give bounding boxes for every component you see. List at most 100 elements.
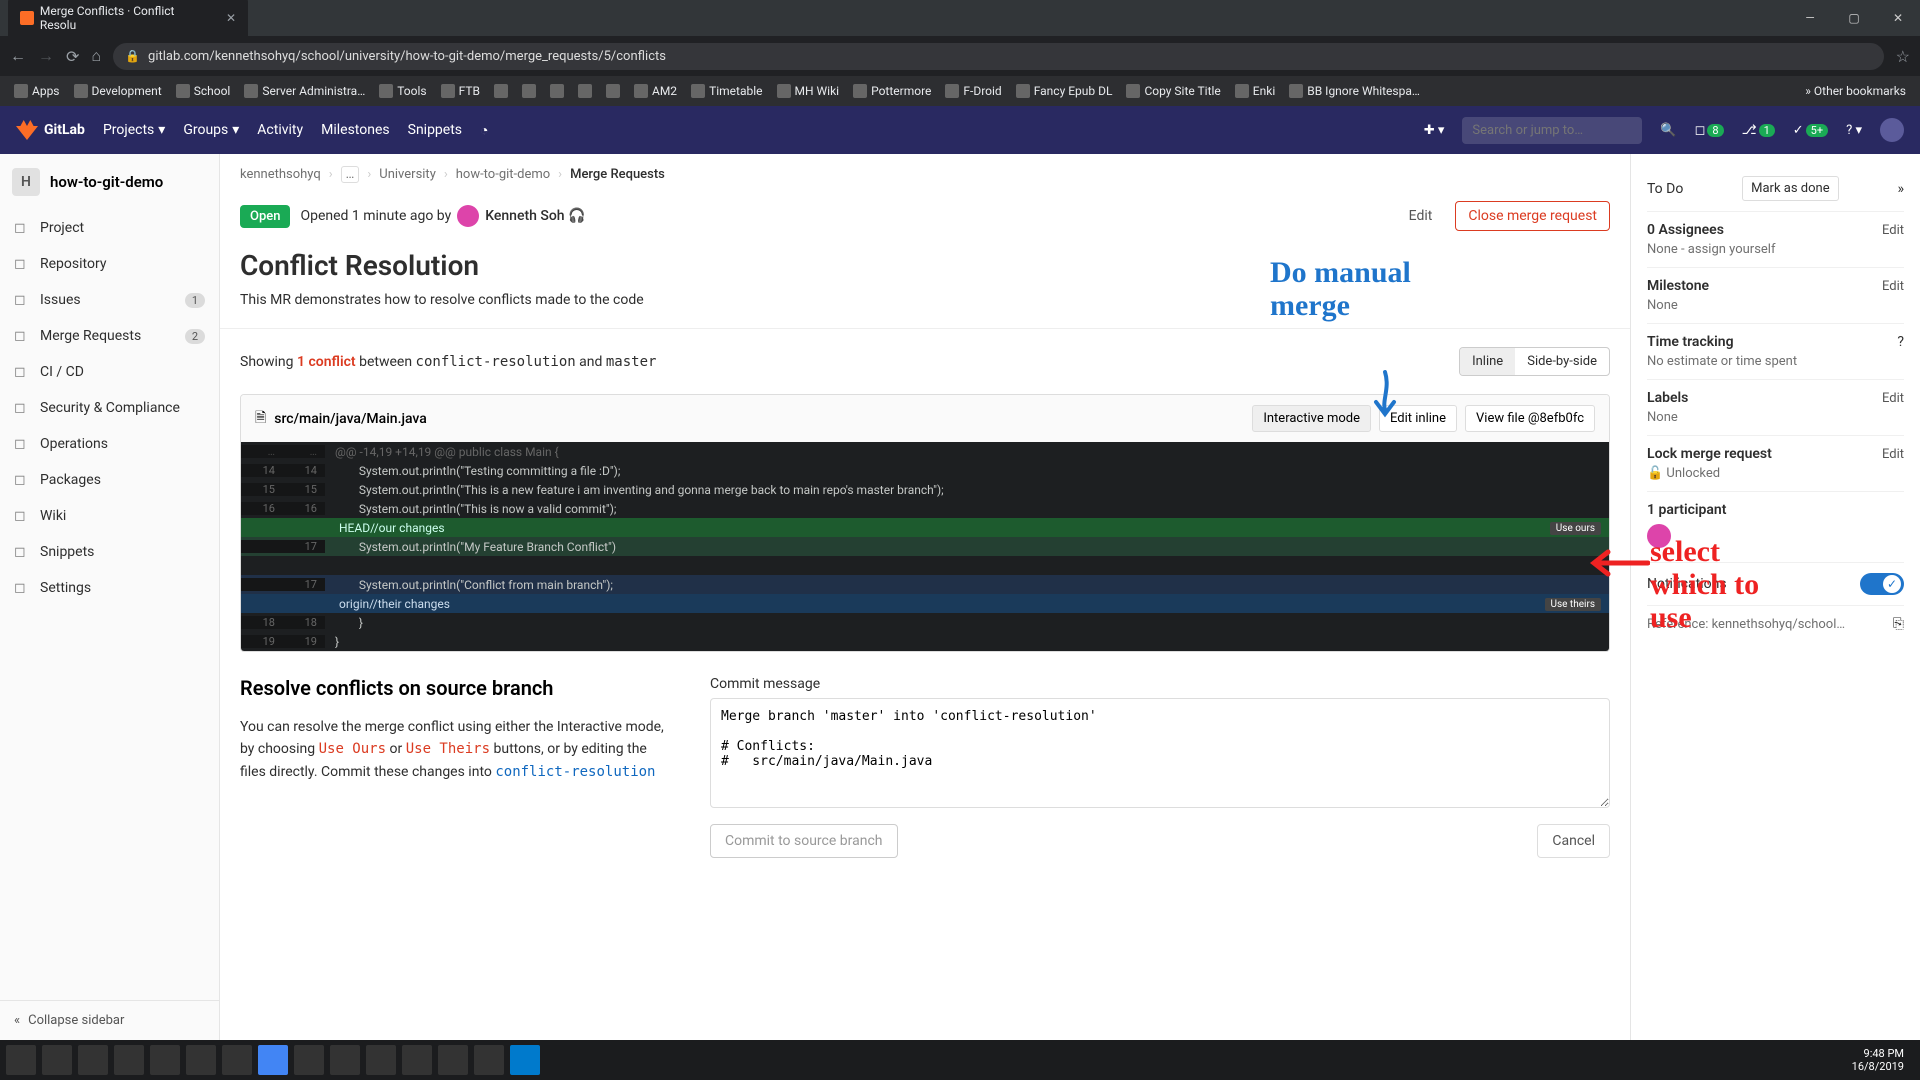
bookmark-item[interactable] [550, 84, 564, 98]
milestone-edit[interactable]: Edit [1882, 279, 1904, 294]
sidebar-item[interactable]: ◻Packages [0, 462, 219, 498]
assignees-edit[interactable]: Edit [1882, 223, 1904, 238]
app-5[interactable] [366, 1045, 396, 1075]
toggle-sidebyside[interactable]: Side-by-side [1515, 348, 1609, 375]
cancel-button[interactable]: Cancel [1537, 824, 1610, 858]
window-minimize[interactable]: — [1788, 0, 1832, 36]
address-bar[interactable]: 🔒 gitlab.com/kennethsohyq/school/univers… [113, 43, 1884, 70]
back-icon[interactable]: ← [10, 46, 26, 66]
app-4[interactable] [330, 1045, 360, 1075]
sidebar-item[interactable]: ◻Operations [0, 426, 219, 462]
bookmark-item[interactable]: F-Droid [945, 84, 1001, 98]
sidebar-item[interactable]: ◻Snippets [0, 534, 219, 570]
nav-projects[interactable]: Projects ▾ [103, 122, 165, 138]
bookmark-item[interactable]: FTB [441, 84, 480, 98]
bookmark-item[interactable]: AM2 [634, 84, 677, 98]
use-ours-button[interactable]: Use ours [1550, 522, 1601, 535]
commit-button[interactable]: Commit to source branch [710, 824, 898, 858]
bookmark-item[interactable] [494, 84, 508, 98]
window-maximize[interactable]: ▢ [1832, 0, 1876, 36]
sidebar-item[interactable]: ◻Settings [0, 570, 219, 606]
bookmark-item[interactable]: Copy Site Title [1126, 84, 1220, 98]
commit-message-input[interactable] [710, 698, 1610, 808]
explorer-icon[interactable] [222, 1045, 252, 1075]
toggle-inline[interactable]: Inline [1460, 348, 1515, 375]
nav-mr-icon[interactable]: ⎇ 1 [1742, 123, 1775, 138]
gitlab-logo[interactable]: GitLab [16, 120, 85, 140]
bookmark-item[interactable]: Fancy Epub DL [1016, 84, 1113, 98]
search-taskbar[interactable] [42, 1045, 72, 1075]
lock-edit[interactable]: Edit [1882, 447, 1904, 462]
user-avatar[interactable] [1880, 118, 1904, 142]
bookmark-item[interactable] [522, 84, 536, 98]
app-7[interactable] [438, 1045, 468, 1075]
expand-sidebar-icon[interactable]: » [1897, 181, 1904, 197]
bookmark-item[interactable]: Development [74, 84, 162, 98]
forward-icon[interactable]: → [38, 46, 54, 66]
bookmark-item[interactable]: Apps [14, 84, 60, 98]
sidebar-item[interactable]: ◻Repository [0, 246, 219, 282]
search-icon[interactable]: 🔍 [1660, 123, 1676, 138]
other-bookmarks[interactable]: » Other bookmarks [1805, 84, 1906, 98]
bookmark-item[interactable]: Timetable [691, 84, 762, 98]
author-avatar[interactable] [457, 205, 479, 227]
nav-issues-icon[interactable]: ◻ 8 [1695, 123, 1724, 138]
chrome-icon[interactable] [258, 1045, 288, 1075]
crumb-proj[interactable]: how-to-git-demo [456, 167, 550, 182]
bookmark-item[interactable]: Tools [379, 84, 426, 98]
app-1[interactable] [150, 1045, 180, 1075]
bookmark-item[interactable]: Pottermore [853, 84, 931, 98]
app-6[interactable] [402, 1045, 432, 1075]
bookmark-item[interactable] [578, 84, 592, 98]
sidebar-item[interactable]: ◻CI / CD [0, 354, 219, 390]
bookmark-item[interactable]: Server Administra… [244, 84, 365, 98]
window-close[interactable]: ✕ [1876, 0, 1920, 36]
app-3[interactable] [294, 1045, 324, 1075]
bookmark-item[interactable] [606, 84, 620, 98]
search-input[interactable] [1462, 117, 1642, 144]
star-icon[interactable]: ☆ [1896, 47, 1910, 66]
nav-todo-icon[interactable]: ✓ 5+ [1793, 123, 1828, 138]
interactive-mode-button[interactable]: Interactive mode [1252, 405, 1371, 432]
crumb-user[interactable]: kennethsohyq [240, 167, 321, 182]
reload-icon[interactable]: ⟳ [66, 47, 79, 66]
browser-tab[interactable]: Merge Conflicts · Conflict Resolu ✕ [8, 0, 248, 40]
time-help-icon[interactable]: ? [1897, 334, 1904, 350]
home-icon[interactable]: ⌂ [91, 46, 101, 66]
crumb-uni[interactable]: University [379, 167, 436, 182]
project-header[interactable]: H how-to-git-demo [0, 154, 219, 210]
assignees-value[interactable]: None - assign yourself [1647, 242, 1904, 257]
author-name[interactable]: Kenneth Soh 🎧 [485, 208, 585, 224]
nav-snippets[interactable]: Snippets [408, 122, 462, 138]
tab-close-icon[interactable]: ✕ [226, 11, 236, 25]
cortana-icon[interactable] [78, 1045, 108, 1075]
sidebar-item[interactable]: ◻Issues1 [0, 282, 219, 318]
use-theirs-button[interactable]: Use theirs [1545, 598, 1602, 611]
start-button[interactable] [6, 1045, 36, 1075]
bookmark-item[interactable]: Enki [1235, 84, 1275, 98]
vscode-icon[interactable] [510, 1045, 540, 1075]
edit-inline-button[interactable]: Edit inline [1379, 405, 1457, 432]
participant-avatar[interactable] [1647, 524, 1671, 548]
nav-milestones[interactable]: Milestones [321, 122, 390, 138]
sidebar-item[interactable]: ◻Project [0, 210, 219, 246]
taskview-icon[interactable] [114, 1045, 144, 1075]
sidebar-item[interactable]: ◻Merge Requests2 [0, 318, 219, 354]
collapse-sidebar[interactable]: « Collapse sidebar [0, 1000, 219, 1040]
sidebar-item[interactable]: ◻Security & Compliance [0, 390, 219, 426]
copy-reference-icon[interactable]: ⎘ [1893, 616, 1904, 632]
bookmark-item[interactable]: MH Wiki [777, 84, 840, 98]
view-file-button[interactable]: View file @8efb0fc [1465, 405, 1595, 432]
mark-done-button[interactable]: Mark as done [1742, 176, 1838, 201]
edit-button[interactable]: Edit [1396, 201, 1446, 231]
bookmark-item[interactable]: BB Ignore Whitespa… [1289, 84, 1420, 98]
app-2[interactable] [186, 1045, 216, 1075]
sidebar-item[interactable]: ◻Wiki [0, 498, 219, 534]
taskbar-clock[interactable]: 9:48 PM16/8/2019 [1852, 1047, 1914, 1073]
plus-icon[interactable]: ✚ ▾ [1424, 123, 1445, 138]
nav-groups[interactable]: Groups ▾ [183, 122, 239, 138]
crumb-ellipsis[interactable]: … [341, 166, 360, 183]
close-mr-button[interactable]: Close merge request [1455, 201, 1610, 231]
app-8[interactable] [474, 1045, 504, 1075]
bookmark-item[interactable]: School [176, 84, 231, 98]
